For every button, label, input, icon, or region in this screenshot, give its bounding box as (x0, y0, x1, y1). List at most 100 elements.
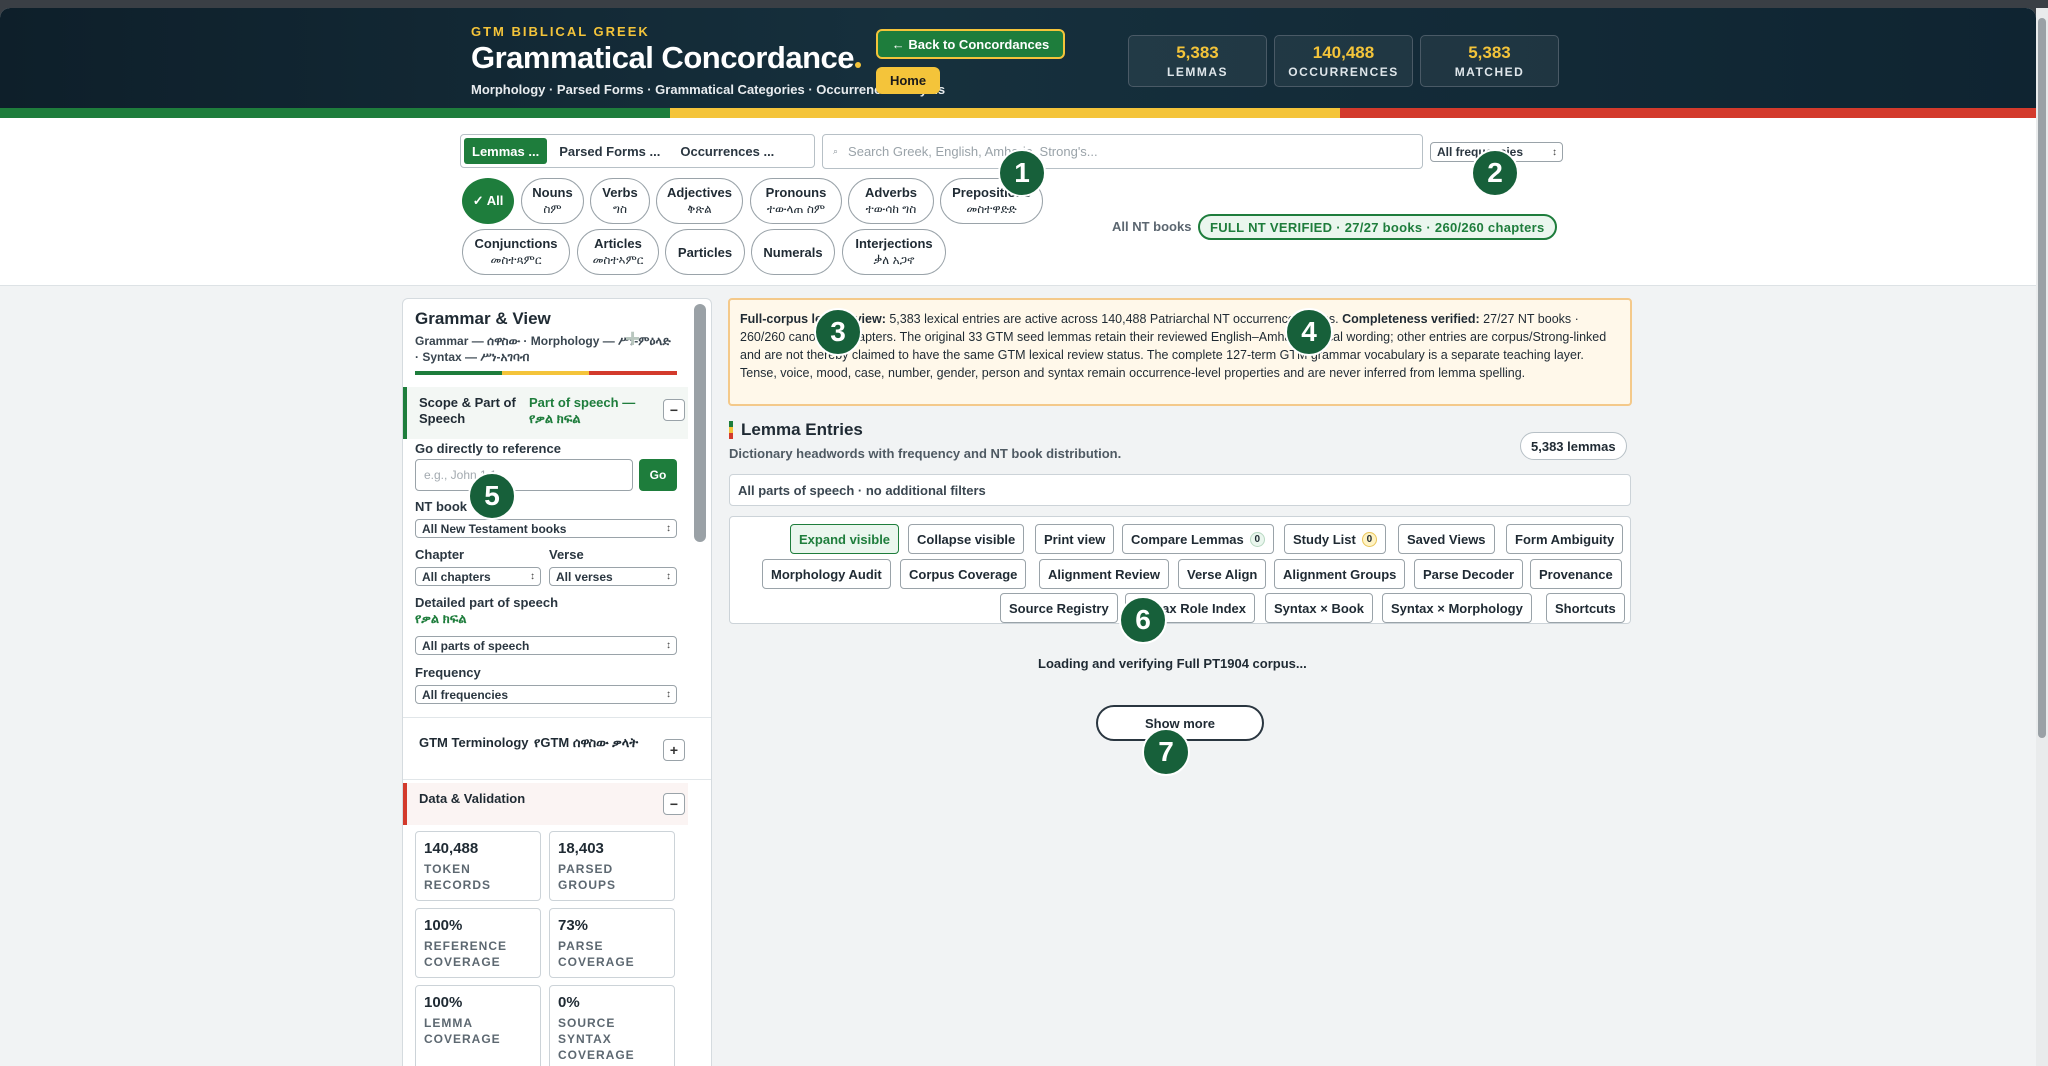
study-count-badge: 0 (1361, 531, 1377, 547)
chip-pronouns[interactable]: Pronouns ተውላጠ ስም (750, 178, 842, 224)
metric-value: 100% (424, 917, 463, 934)
collapse-scope-toggle[interactable]: − (663, 399, 685, 421)
frequency-label: Frequency (415, 665, 481, 680)
stat-occurrences: 140,488 OCCURRENCES (1274, 35, 1413, 87)
header: GTM BIBLICAL GREEK Grammatical Concordan… (0, 8, 2036, 118)
search-box[interactable]: ⌕ (822, 134, 1423, 169)
stat-value: 5,383 (1176, 43, 1219, 62)
metric-value: 100% (424, 994, 463, 1011)
chip-label: Interjections (855, 236, 933, 251)
metric-token-records: 140,488 TOKEN RECORDS (415, 831, 541, 901)
sidebar-stripe-gold (502, 371, 589, 375)
collapse-validation-toggle[interactable]: − (663, 793, 685, 815)
chip-amharic: ግስ (613, 202, 627, 216)
chip-interjections[interactable]: Interjections ቃለ አጋኖ (842, 229, 946, 275)
verse-align-button[interactable]: Verse Align (1178, 559, 1267, 589)
section-amharic: የGTM ሰዋስው ቃላት (534, 735, 639, 750)
collapse-visible-button[interactable]: Collapse visible (908, 524, 1025, 554)
section-title: GTM Terminology (419, 735, 529, 750)
morphology-audit-button[interactable]: Morphology Audit (762, 559, 891, 589)
page-scrollbar[interactable] (2036, 8, 2048, 1066)
active-filters: All parts of speech · no additional filt… (729, 474, 1631, 506)
scrollbar-thumb[interactable] (2038, 18, 2046, 738)
corpus-coverage-button[interactable]: Corpus Coverage (900, 559, 1027, 589)
metric-parse-coverage: 73% PARSE COVERAGE (549, 908, 675, 978)
syntax-by-morphology-button[interactable]: Syntax × Morphology (1382, 593, 1532, 623)
go-button[interactable]: Go (639, 459, 677, 491)
detailed-pos-amharic: የቃል ክፍል (415, 611, 467, 626)
view-tabs: Lemmas ... Parsed Forms ... Occurrences … (460, 134, 815, 168)
parse-decoder-button[interactable]: Parse Decoder (1414, 559, 1524, 589)
chip-amharic: ተውላጠ ስም (766, 202, 826, 216)
marker-4: 4 (1285, 308, 1333, 356)
chip-verbs[interactable]: Verbs ግስ (590, 178, 650, 224)
syntax-by-book-button[interactable]: Syntax × Book (1265, 593, 1373, 623)
print-view-button[interactable]: Print view (1035, 524, 1115, 554)
back-to-concordances-button[interactable]: ← Back to Concordances (876, 29, 1065, 59)
provenance-button[interactable]: Provenance (1530, 559, 1622, 589)
home-button[interactable]: Home (876, 67, 940, 94)
chip-conjunctions[interactable]: Conjunctions መስተጻምር (462, 229, 570, 275)
verse-select[interactable]: All verses (549, 567, 677, 586)
goto-reference-label: Go directly to reference (415, 441, 561, 456)
reference-input[interactable] (415, 459, 633, 491)
metric-source-syntax-coverage: 0% SOURCE SYNTAX COVERAGE (549, 985, 675, 1066)
section-terminology-header[interactable]: GTM Terminology የGTM ሰዋስው ቃላት (403, 727, 688, 773)
section-scope-header[interactable]: Scope & Part of Speech Part of speech — … (403, 387, 688, 439)
chip-nouns[interactable]: Nouns ስም (521, 178, 584, 224)
compare-lemmas-button[interactable]: Compare Lemmas 0 (1122, 524, 1274, 554)
metric-label: REFERENCE COVERAGE (424, 939, 508, 969)
chip-adverbs[interactable]: Adverbs ተውሳከ ግስ (848, 178, 934, 224)
notice-bold: Completeness verified: (1342, 312, 1480, 326)
marker-2: 2 (1471, 149, 1519, 197)
alignment-review-button[interactable]: Alignment Review (1039, 559, 1169, 589)
chapter-select[interactable]: All chapters (415, 567, 541, 586)
tab-parsed-forms[interactable]: Parsed Forms ... (551, 138, 668, 164)
marker-1: 1 (998, 149, 1046, 197)
chip-label: Nouns (532, 185, 573, 200)
brand-eyebrow: GTM BIBLICAL GREEK (471, 24, 650, 39)
metric-label: LEMMA COVERAGE (424, 1016, 501, 1046)
sidebar-scrollbar[interactable] (694, 304, 706, 542)
search-input[interactable] (848, 144, 1389, 159)
lemma-entries-title: Lemma Entries (741, 420, 863, 439)
shortcuts-button[interactable]: Shortcuts (1546, 593, 1625, 623)
nt-book-label: NT book (415, 499, 467, 514)
section-validation-header[interactable]: Data & Validation (403, 783, 688, 825)
compare-label: Compare Lemmas (1131, 531, 1244, 547)
chip-numerals[interactable]: Numerals (751, 229, 835, 275)
chip-particles[interactable]: Particles (665, 229, 745, 275)
chip-amharic: ቅጽል (687, 202, 712, 216)
tab-occurrences[interactable]: Occurrences ... (672, 138, 782, 164)
loading-status: Loading and verifying Full PT1904 corpus… (1038, 656, 1307, 671)
sidebar-title: Grammar & View (415, 309, 551, 328)
expand-terminology-toggle[interactable]: + (663, 739, 685, 761)
form-ambiguity-button[interactable]: Form Ambiguity (1506, 524, 1624, 554)
section-title: Scope & Part of Speech (419, 395, 516, 426)
chip-label: Verbs (602, 185, 638, 200)
detailed-pos-select[interactable]: All parts of speech (415, 636, 677, 655)
study-list-button[interactable]: Study List 0 (1284, 524, 1386, 554)
alignment-groups-button[interactable]: Alignment Groups (1274, 559, 1406, 589)
chip-amharic: መስተዋድድ (966, 202, 1017, 216)
divider (403, 717, 711, 718)
saved-views-button[interactable]: Saved Views (1398, 524, 1495, 554)
flag-stripe-red (1340, 108, 2036, 118)
metric-label: SOURCE SYNTAX COVERAGE (558, 1016, 635, 1062)
metric-value: 73% (558, 917, 589, 934)
chip-articles[interactable]: Articles መስተኣምር (577, 229, 659, 275)
stat-lemmas: 5,383 LEMMAS (1128, 35, 1267, 87)
search-icon: ⌕ (833, 146, 839, 156)
source-registry-button[interactable]: Source Registry (1000, 593, 1118, 623)
sidebar-frequency-select[interactable]: All frequencies (415, 685, 677, 704)
stat-matched: 5,383 MATCHED (1420, 35, 1559, 87)
chip-label: Pronouns (765, 185, 827, 200)
nt-book-select[interactable]: All New Testament books (415, 519, 677, 538)
chip-adjectives[interactable]: Adjectives ቅጽል (656, 178, 743, 224)
metric-lemma-coverage: 100% LEMMA COVERAGE (415, 985, 541, 1066)
chip-amharic: ተውሳከ ግስ (865, 202, 917, 216)
section-accent (729, 421, 733, 439)
expand-visible-button[interactable]: Expand visible (790, 524, 900, 554)
tab-lemmas[interactable]: Lemmas ... (464, 138, 548, 164)
chip-all[interactable]: ✓ All (462, 178, 514, 224)
